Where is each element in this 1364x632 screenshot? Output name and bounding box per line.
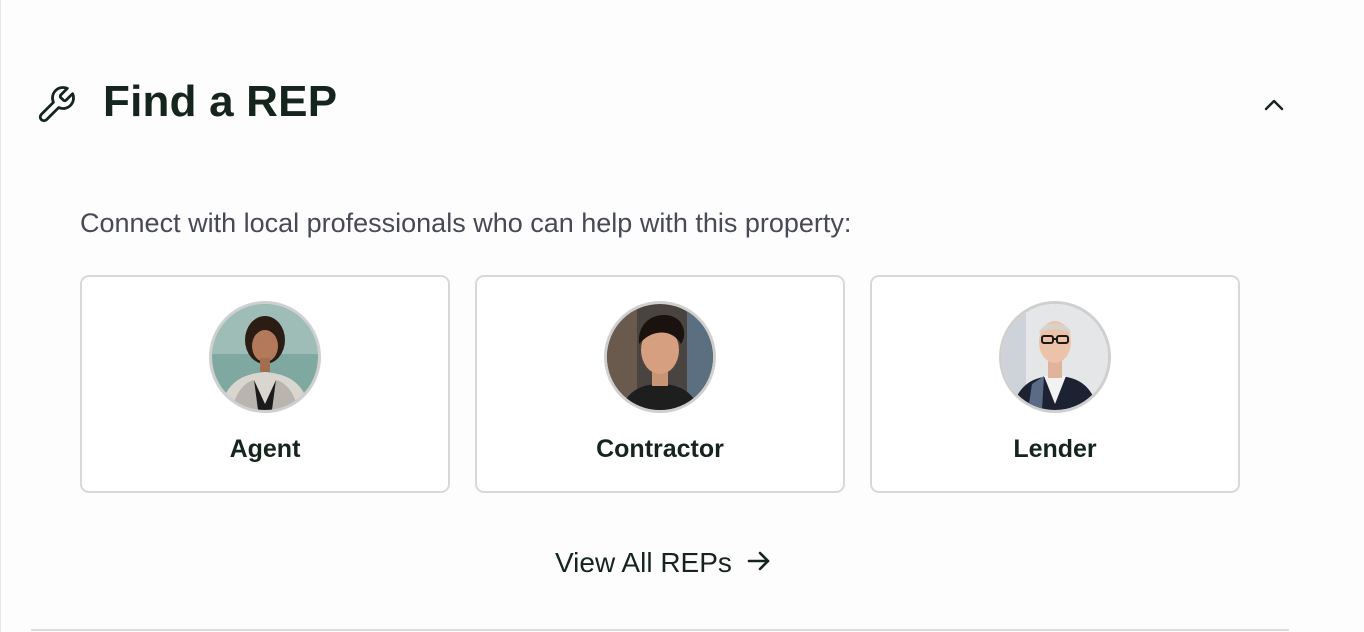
arrow-right-icon	[746, 549, 772, 578]
contractor-avatar	[604, 301, 716, 413]
chevron-up-icon	[1263, 98, 1285, 117]
section-subtitle: Connect with local professionals who can…	[80, 208, 852, 238]
agent-avatar	[209, 301, 321, 413]
wrench-icon	[35, 84, 77, 126]
card-label: Lender	[1013, 435, 1097, 463]
card-label: Agent	[229, 435, 301, 463]
collapse-button[interactable]	[1257, 90, 1291, 124]
section-divider	[31, 629, 1289, 631]
section-header: Find a REP	[1, 0, 1364, 200]
lender-avatar	[999, 301, 1111, 413]
rep-card-contractor[interactable]: Contractor	[475, 275, 845, 493]
find-a-rep-section: Find a REP Connect with local profession…	[0, 0, 1364, 632]
rep-card-lender[interactable]: Lender	[870, 275, 1240, 493]
rep-card-agent[interactable]: Agent	[80, 275, 450, 493]
rep-card-list: Agent Contractor Lender	[80, 275, 1240, 493]
view-all-reps-link[interactable]: View All REPs	[555, 544, 772, 582]
view-all-label: View All REPs	[555, 547, 732, 578]
section-title: Find a REP	[103, 77, 338, 126]
card-label: Contractor	[596, 435, 724, 463]
